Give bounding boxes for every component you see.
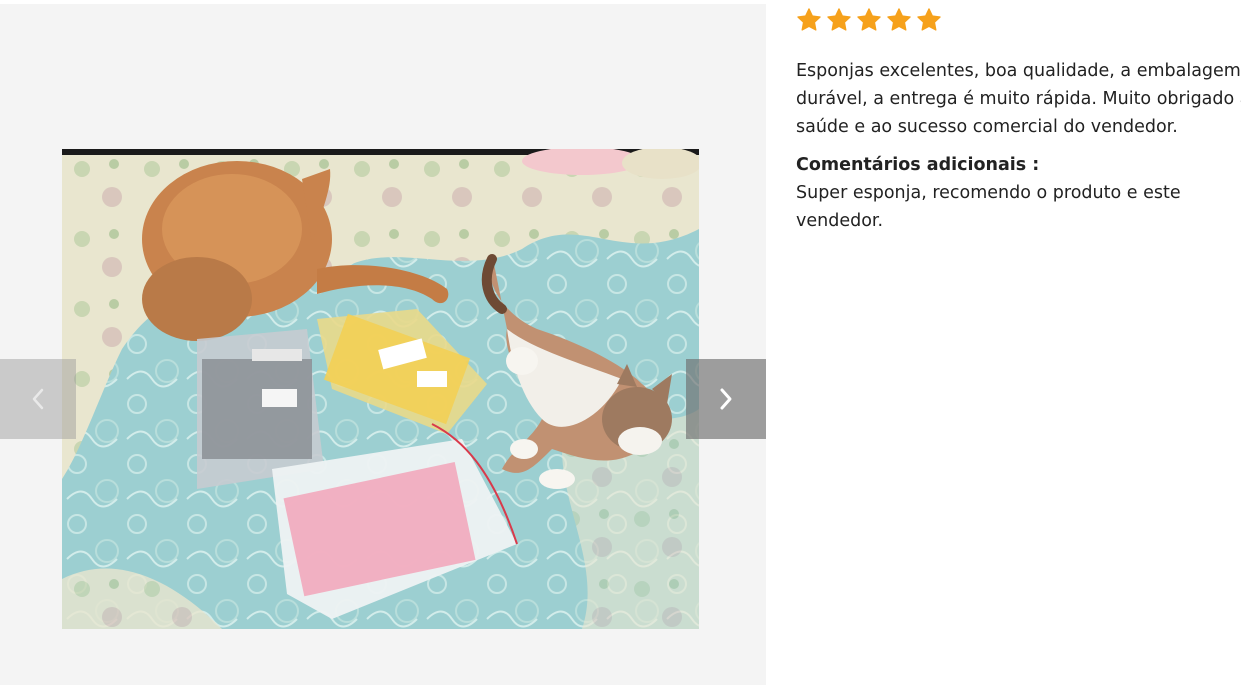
review-text-line: durável, a entrega é muito rápida. Muito… (796, 89, 1241, 109)
previous-image-button[interactable] (0, 359, 76, 439)
review-text-line: Esponjas excelentes, boa qualidade, a em… (796, 61, 1241, 81)
star-icon (857, 8, 881, 31)
review-text-line: saúde e ao sucesso comercial do vendedor… (796, 117, 1178, 137)
star-rating (796, 6, 1241, 34)
additional-comments-heading: Comentários adicionais : (796, 155, 1040, 175)
next-image-button[interactable] (686, 359, 766, 439)
image-viewer (0, 4, 766, 685)
review-photo[interactable] (62, 149, 699, 629)
review-panel: Esponjas excelentes, boa qualidade, a em… (796, 6, 1241, 235)
star-icon (917, 8, 941, 31)
chevron-left-icon (32, 388, 44, 410)
review-text: Esponjas excelentes, boa qualidade, a em… (796, 57, 1241, 141)
star-icon (827, 8, 851, 31)
chevron-right-icon (720, 388, 732, 410)
star-icon (797, 8, 821, 31)
star-icon (887, 8, 911, 31)
additional-comments-text: Super esponja, recomendo o produto e est… (796, 183, 1181, 231)
